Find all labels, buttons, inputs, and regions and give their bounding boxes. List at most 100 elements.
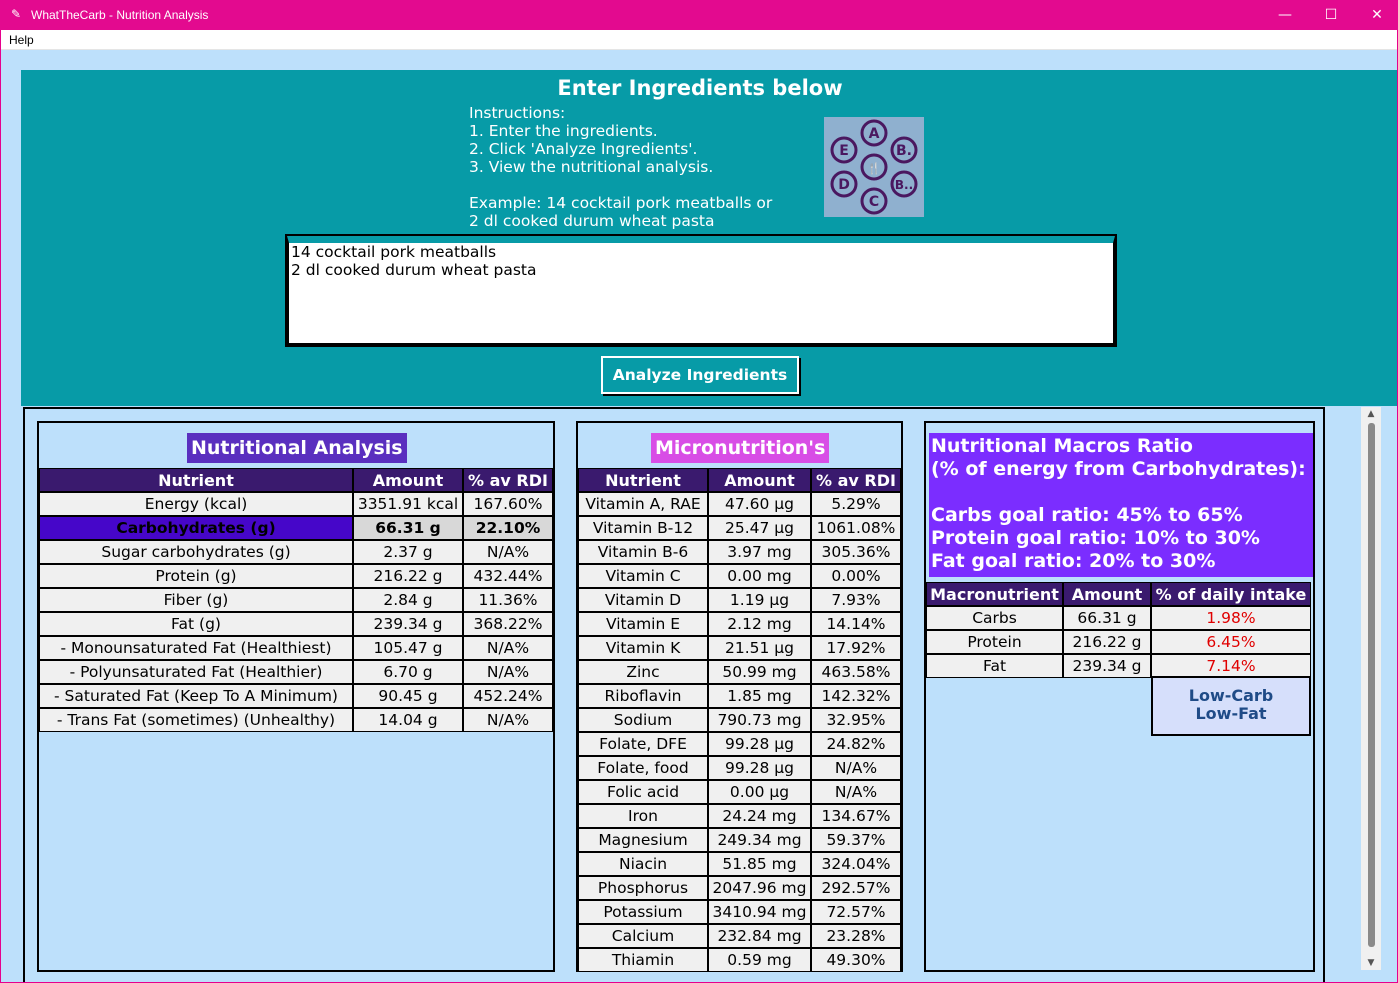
table-cell: Potassium xyxy=(578,900,708,924)
table-cell: 24.24 mg xyxy=(708,804,811,828)
table-cell: Sodium xyxy=(578,708,708,732)
table-cell: Vitamin B-12 xyxy=(578,516,708,540)
table-row: Phosphorus 2047.96 mg 292.57% xyxy=(578,876,901,900)
table-cell: 142.32% xyxy=(811,684,901,708)
table-cell: 66.31 g xyxy=(1063,606,1151,630)
column-header: Nutrient xyxy=(578,468,708,492)
vertical-scrollbar[interactable]: ▲ ▼ xyxy=(1361,407,1381,970)
table-cell: 239.34 g xyxy=(353,612,463,636)
table-cell: 5.29% xyxy=(811,492,901,516)
table-cell: 0.00 µg xyxy=(708,780,811,804)
table-cell: Fiber (g) xyxy=(39,588,353,612)
table-cell: 0.00% xyxy=(811,564,901,588)
table-cell: Vitamin C xyxy=(578,564,708,588)
title-bar: ✎ WhatTheCarb - Nutrition Analysis — ☐ ✕ xyxy=(0,0,1398,30)
minimize-button[interactable]: — xyxy=(1262,0,1308,30)
table-cell: 2.84 g xyxy=(353,588,463,612)
table-cell: 49.30% xyxy=(811,948,901,972)
table-cell: 47.60 µg xyxy=(708,492,811,516)
window-title: WhatTheCarb - Nutrition Analysis xyxy=(31,8,209,22)
table-cell: N/A% xyxy=(463,540,553,564)
table-cell: Thiamin xyxy=(578,948,708,972)
table-cell: Fat (g) xyxy=(39,612,353,636)
table-row: Folic acid 0.00 µg N/A% xyxy=(578,780,901,804)
table-cell: 167.60% xyxy=(463,492,553,516)
table-cell: 2.12 mg xyxy=(708,612,811,636)
table-cell: 3410.94 mg xyxy=(708,900,811,924)
table-header-row: Nutrient Amount% av RDI xyxy=(39,468,553,492)
table-cell: 11.36% xyxy=(463,588,553,612)
nutrition-table: Nutrient Amount% av RDI Energy (kcal) 3351.… xyxy=(39,468,553,732)
table-cell: 292.57% xyxy=(811,876,901,900)
table-cell: 7.14% xyxy=(1151,654,1311,678)
micronutrition-table: Nutrient Amount% av RDI Vitamin A, RAE 47.6… xyxy=(578,468,901,972)
column-header: % av RDI xyxy=(463,468,553,492)
instructions-text: Instructions: 1. Enter the ingredients. … xyxy=(469,104,773,230)
table-row: Carbs 66.31 g 1.98% xyxy=(926,606,1311,630)
close-button[interactable]: ✕ xyxy=(1354,0,1398,30)
table-row: Fat (g) 239.34 g 368.22% xyxy=(39,612,553,636)
table-row: Magnesium 249.34 mg 59.37% xyxy=(578,828,901,852)
diet-label: Low-Fat xyxy=(1195,704,1267,723)
svg-text:C: C xyxy=(869,194,879,210)
table-cell: 1061.08% xyxy=(811,516,901,540)
table-row: Fiber (g) 2.84 g 11.36% xyxy=(39,588,553,612)
table-cell: Protein (g) xyxy=(39,564,353,588)
table-cell: 3351.91 kcal xyxy=(353,492,463,516)
macros-panel: Nutritional Macros Ratio (% of energy fr… xyxy=(924,421,1315,972)
table-row: Vitamin A, RAE 47.60 µg 5.29% xyxy=(578,492,901,516)
table-row: Vitamin B-6 3.97 mg 305.36% xyxy=(578,540,901,564)
micronutrition-title: Micronutrition's xyxy=(651,433,830,463)
table-cell: 99.28 µg xyxy=(708,756,811,780)
table-cell: N/A% xyxy=(811,780,901,804)
table-cell: 66.31 g xyxy=(353,516,463,540)
table-cell: Vitamin E xyxy=(578,612,708,636)
column-header: % of daily intake xyxy=(1151,582,1311,606)
table-cell: 790.73 mg xyxy=(708,708,811,732)
analyze-ingredients-button[interactable]: Analyze Ingredients xyxy=(601,356,799,394)
table-row: Sodium 790.73 mg 32.95% xyxy=(578,708,901,732)
table-row: - Monounsaturated Fat (Healthiest) 105.47… xyxy=(39,636,553,660)
table-cell: 105.47 g xyxy=(353,636,463,660)
svg-text:D: D xyxy=(838,177,850,193)
table-cell: N/A% xyxy=(463,636,553,660)
table-cell: Riboflavin xyxy=(578,684,708,708)
table-cell: Carbohydrates (g) xyxy=(39,516,353,540)
scroll-up-icon[interactable]: ▲ xyxy=(1361,407,1381,421)
table-cell: 14.04 g xyxy=(353,708,463,732)
table-cell: N/A% xyxy=(463,660,553,684)
column-header: % av RDI xyxy=(811,468,901,492)
scrollbar-thumb[interactable] xyxy=(1368,423,1375,947)
table-cell: 50.99 mg xyxy=(708,660,811,684)
maximize-button[interactable]: ☐ xyxy=(1308,0,1354,30)
svg-text:E: E xyxy=(839,143,849,159)
table-row: Folate, food 99.28 µg N/A% xyxy=(578,756,901,780)
table-cell: 134.67% xyxy=(811,804,901,828)
table-cell: 22.10% xyxy=(463,516,553,540)
column-header: Nutrient xyxy=(39,468,353,492)
table-cell: N/A% xyxy=(811,756,901,780)
table-cell: Folate, DFE xyxy=(578,732,708,756)
table-row: Vitamin D 1.19 µg 7.93% xyxy=(578,588,901,612)
ingredients-input[interactable] xyxy=(285,234,1117,347)
table-cell: 32.95% xyxy=(811,708,901,732)
table-row: Vitamin B-12 25.47 µg 1061.08% xyxy=(578,516,901,540)
macros-ratio-info: Nutritional Macros Ratio (% of energy fr… xyxy=(929,433,1313,577)
table-row: Potassium 3410.94 mg 72.57% xyxy=(578,900,901,924)
table-cell: 239.34 g xyxy=(1063,654,1151,678)
table-cell: 432.44% xyxy=(463,564,553,588)
table-cell: 452.24% xyxy=(463,684,553,708)
table-cell: Carbs xyxy=(926,606,1063,630)
table-cell: 51.85 mg xyxy=(708,852,811,876)
table-cell: 24.82% xyxy=(811,732,901,756)
table-cell: 21.51 µg xyxy=(708,636,811,660)
table-cell: Iron xyxy=(578,804,708,828)
scroll-down-icon[interactable]: ▼ xyxy=(1361,956,1381,970)
table-cell: Fat xyxy=(926,654,1063,678)
table-cell: 90.45 g xyxy=(353,684,463,708)
menu-help[interactable]: Help xyxy=(9,33,34,47)
table-row: - Trans Fat (sometimes) (Unhealthy) 14.04… xyxy=(39,708,553,732)
table-cell: Calcium xyxy=(578,924,708,948)
table-header-row: Nutrient Amount% av RDI xyxy=(578,468,901,492)
table-row: Vitamin E 2.12 mg 14.14% xyxy=(578,612,901,636)
